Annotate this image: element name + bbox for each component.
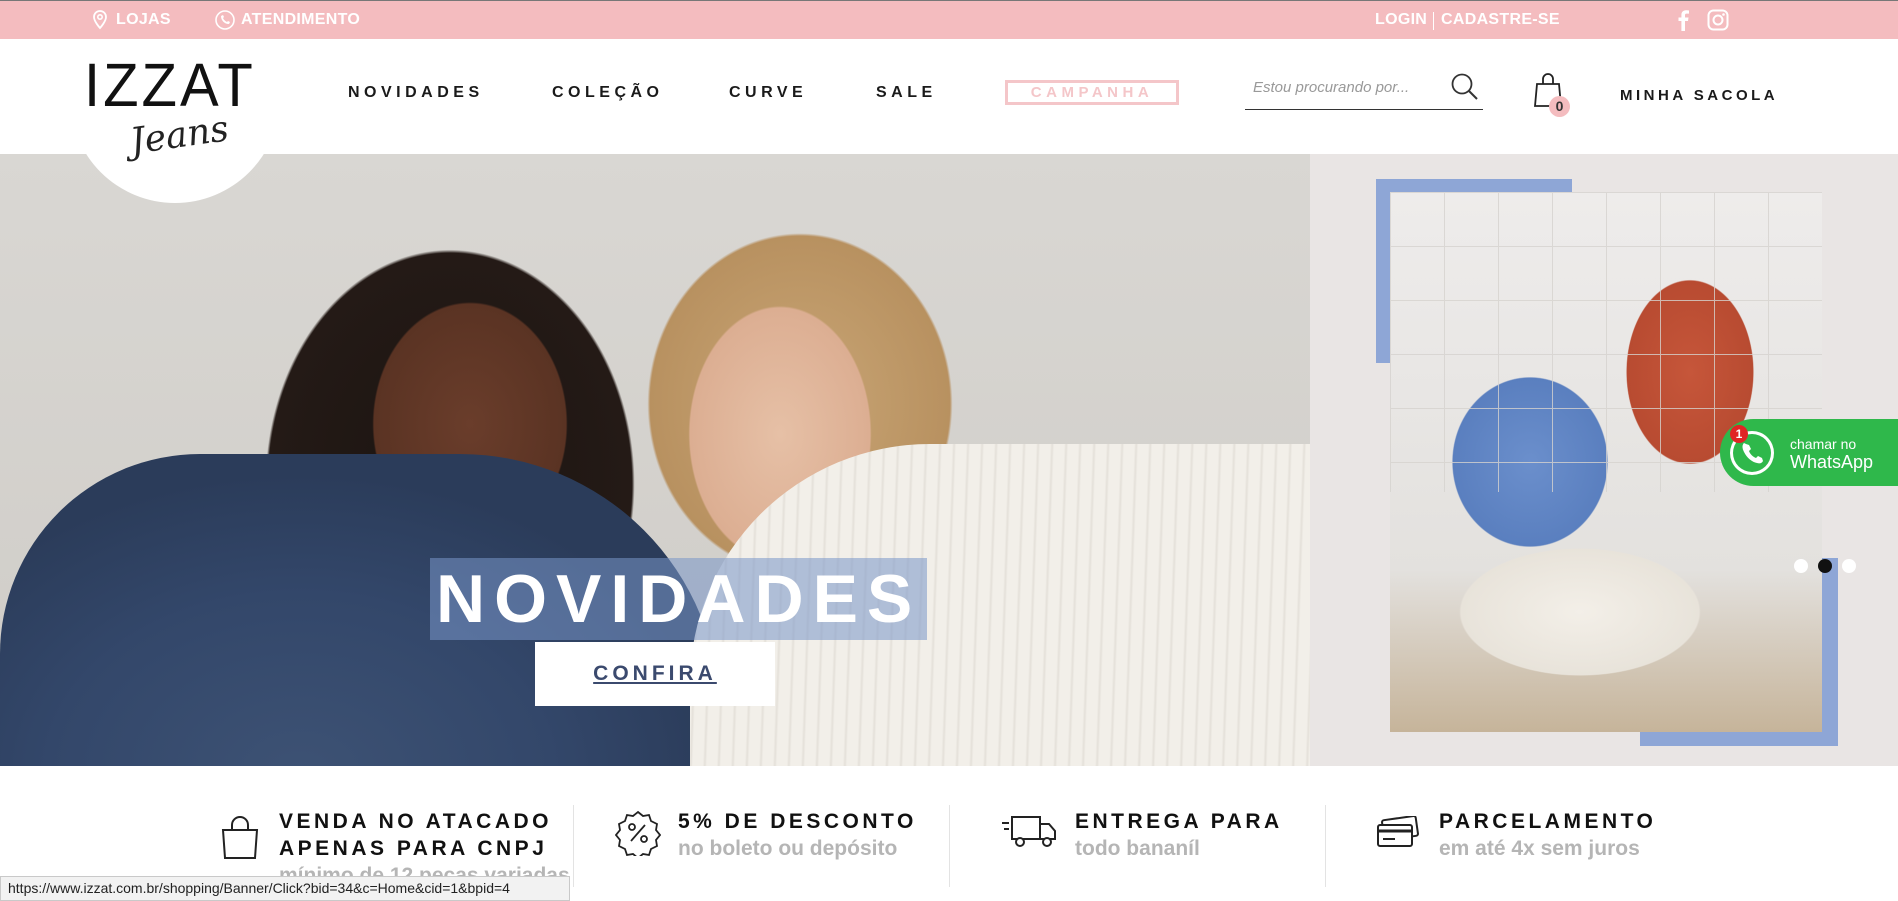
- nav-curve[interactable]: CURVE: [729, 84, 807, 102]
- delivery-truck-icon: [1002, 814, 1058, 853]
- hero-cta-button[interactable]: CONFIRA: [535, 642, 775, 706]
- browser-status-bar: https://www.izzat.com.br/shopping/Banner…: [0, 876, 570, 901]
- whatsapp-line1: chamar no: [1790, 436, 1857, 452]
- carousel-dot-1[interactable]: [1794, 559, 1808, 573]
- cart-count-badge: 0: [1549, 96, 1570, 117]
- search-box: [1245, 68, 1483, 110]
- carousel-dot-3[interactable]: [1842, 559, 1856, 573]
- feature-wholesale-title-line1: VENDA NO ATACADO: [279, 810, 552, 833]
- main-header: [0, 39, 1898, 154]
- instagram-icon[interactable]: [1707, 9, 1729, 36]
- percent-badge-icon: [614, 810, 662, 861]
- carousel-dot-2[interactable]: [1818, 559, 1832, 573]
- whatsapp-chat-button[interactable]: 1 chamar no WhatsApp: [1720, 419, 1898, 486]
- location-pin-icon: [92, 10, 108, 35]
- shopping-bag-outline-icon: [220, 816, 260, 865]
- top-bar: LOJAS ATENDIMENTO LOGIN CADASTRE-SE: [0, 0, 1898, 39]
- phone-icon: [214, 10, 236, 35]
- login-link[interactable]: LOGIN: [1375, 11, 1427, 29]
- feature-installments-sub: em até 4x sem juros: [1439, 837, 1640, 860]
- feature-divider: [573, 805, 574, 887]
- topbar-divider: [1433, 12, 1434, 30]
- feature-delivery-title: ENTREGA PARA: [1075, 810, 1283, 833]
- feature-divider: [1325, 805, 1326, 887]
- nav-campanha[interactable]: CAMPANHA: [1005, 80, 1179, 105]
- facebook-icon[interactable]: [1677, 9, 1689, 36]
- credit-card-icon: [1375, 814, 1421, 853]
- stores-link[interactable]: LOJAS: [116, 11, 171, 29]
- nav-colecao[interactable]: COLEÇÃO: [552, 84, 664, 102]
- search-input[interactable]: [1253, 74, 1443, 100]
- logo-wordmark[interactable]: IZZAT: [84, 50, 256, 120]
- feature-discount-sub: no boleto ou depósito: [678, 837, 898, 860]
- nav-sale[interactable]: SALE: [876, 84, 937, 102]
- hero-title: NOVIDADES: [430, 558, 928, 640]
- nav-novidades[interactable]: NOVIDADES: [348, 84, 484, 102]
- whatsapp-badge: 1: [1730, 425, 1748, 443]
- feature-divider: [949, 805, 950, 887]
- signup-link[interactable]: CADASTRE-SE: [1441, 11, 1560, 29]
- support-link[interactable]: ATENDIMENTO: [241, 11, 360, 29]
- feature-discount-title: 5% DE DESCONTO: [678, 810, 917, 833]
- hero-banner[interactable]: NOVIDADES CONFIRA: [0, 154, 1898, 766]
- feature-delivery-sub: todo bananíl: [1075, 837, 1200, 860]
- feature-installments-title: PARCELAMENTO: [1439, 810, 1657, 833]
- cart-link[interactable]: MINHA SACOLA: [1620, 87, 1778, 104]
- whatsapp-line2: WhatsApp: [1790, 452, 1874, 472]
- search-icon[interactable]: [1450, 72, 1480, 102]
- feature-wholesale-title-line2: APENAS PARA CNPJ: [279, 837, 548, 860]
